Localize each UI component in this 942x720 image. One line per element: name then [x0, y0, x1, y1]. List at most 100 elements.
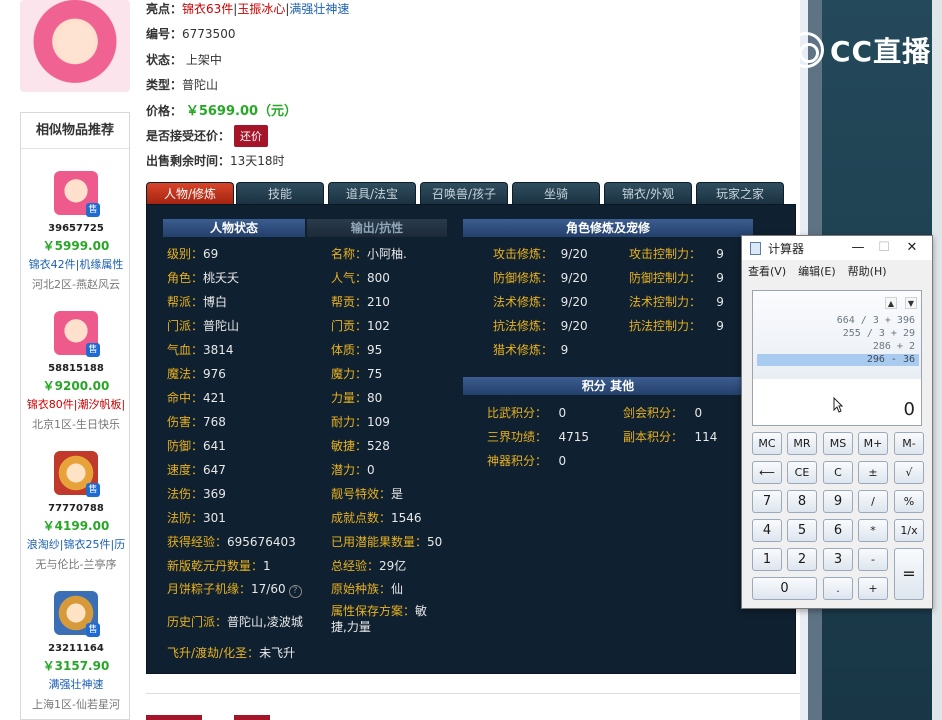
stat-row: 命中：421 — [167, 391, 226, 405]
calculator-result: 0 — [903, 399, 915, 420]
calculator-history[interactable]: ▲ ▼ 664 / 3 + 396 255 / 3 + 29 286 + 2 2… — [753, 291, 921, 379]
tab-skills[interactable]: 技能 — [236, 182, 324, 204]
stat-row: 成就点数：1546 — [331, 511, 422, 525]
key-reciprocal[interactable]: 1/x — [894, 519, 924, 542]
key-ms[interactable]: MS — [823, 432, 853, 455]
key-c[interactable]: C — [823, 461, 853, 484]
history-entry-selected[interactable]: 296 - 36 — [757, 354, 919, 366]
menu-view[interactable]: 查看(V) — [748, 263, 786, 279]
section-character-status: 人物状态 — [163, 219, 305, 237]
sale-badge-icon: 售 — [86, 483, 100, 497]
tab-home[interactable]: 玩家之家 — [696, 182, 784, 204]
bargain-button[interactable]: 还价 — [234, 125, 269, 147]
similar-item-thumbnail[interactable]: 售 — [54, 591, 100, 637]
similar-item[interactable]: 售 58815188 ￥9200.00 锦衣80件|潮汐帆板| 北京1区-生日快… — [21, 311, 131, 432]
similar-item-price: ￥3157.90 — [42, 659, 110, 673]
key-7[interactable]: 7 — [752, 490, 782, 513]
key-0[interactable]: 0 — [752, 577, 817, 600]
key-2[interactable]: 2 — [787, 548, 817, 571]
tab-appearance[interactable]: 锦衣/外观 — [604, 182, 692, 204]
key-equals[interactable]: = — [894, 548, 924, 600]
similar-item-thumbnail[interactable]: 售 — [54, 171, 100, 217]
cc-logo-icon — [788, 32, 824, 68]
key-plus[interactable]: + — [858, 577, 888, 600]
key-plus-minus[interactable]: ± — [858, 461, 888, 484]
key-minus[interactable]: - — [858, 548, 888, 571]
key-5[interactable]: 5 — [787, 519, 817, 542]
similar-item-thumbnail[interactable]: 售 — [54, 311, 100, 357]
calculator-titlebar[interactable]: 计算器 — ☐ ✕ — [742, 236, 932, 260]
key-percent[interactable]: % — [894, 490, 924, 513]
history-entry[interactable]: 255 / 3 + 29 — [757, 328, 919, 340]
control-row: 法术控制力： 9 — [629, 295, 724, 309]
similar-item-tags[interactable]: 浪淘纱|锦衣25件|历 — [21, 536, 131, 552]
stat-row: 角色：桃夭夭 — [167, 271, 240, 285]
tab-mounts[interactable]: 坐骑 — [512, 182, 600, 204]
highlight-tag[interactable]: 玉振冰心 — [237, 2, 285, 16]
time-left-row: 出售剩余时间：13天18时 — [146, 154, 285, 168]
scroll-down-icon[interactable]: ▼ — [905, 297, 917, 309]
section-output-resist[interactable]: 输出/抗性 — [307, 219, 447, 237]
stat-row: 法伤：369 — [167, 487, 226, 501]
key-8[interactable]: 8 — [787, 490, 817, 513]
control-row: 抗法控制力： 9 — [629, 319, 724, 333]
bottom-action-button[interactable] — [146, 715, 202, 720]
close-icon[interactable]: ✕ — [900, 237, 924, 259]
history-entry[interactable]: 664 / 3 + 396 — [757, 315, 919, 327]
similar-item-tags[interactable]: 满强壮神速 — [21, 676, 131, 692]
key-m-minus[interactable]: M- — [894, 432, 924, 455]
key-1[interactable]: 1 — [752, 548, 782, 571]
similar-item-server: 上海1区-仙若星河 — [32, 698, 120, 711]
key-9[interactable]: 9 — [823, 490, 853, 513]
similar-item[interactable]: 售 77770788 ￥4199.00 浪淘纱|锦衣25件|历 无与伦比-兰亭序 — [21, 451, 131, 572]
stat-row: 魔力：75 — [331, 367, 383, 381]
key-mc[interactable]: MC — [752, 432, 782, 455]
section-cultivation: 角色修炼及宠修 — [463, 219, 753, 237]
calculator-display: ▲ ▼ 664 / 3 + 396 255 / 3 + 29 286 + 2 2… — [752, 290, 922, 426]
calculator-title: 计算器 — [768, 242, 805, 256]
cultivation-row: 抗法修炼： 9/20 — [493, 319, 588, 333]
points-row: 剑会积分： 0 — [623, 406, 703, 420]
stat-row: 体质：95 — [331, 343, 383, 357]
menu-edit[interactable]: 编辑(E) — [798, 263, 836, 279]
key-mr[interactable]: MR — [787, 432, 817, 455]
similar-item-server: 北京1区-生日快乐 — [32, 418, 120, 431]
history-entry[interactable]: 286 + 2 — [757, 341, 919, 353]
key-3[interactable]: 3 — [823, 548, 853, 571]
highlight-tag[interactable]: 锦衣63件 — [182, 2, 233, 16]
stat-row: 帮派：博白 — [167, 295, 228, 309]
similar-item-tags[interactable]: 锦衣42件|机缘属性 — [21, 256, 131, 272]
key-ce[interactable]: CE — [787, 461, 817, 484]
key-sqrt[interactable]: √ — [894, 461, 924, 484]
calculator-window[interactable]: 计算器 — ☐ ✕ 查看(V) 编辑(E) 帮助(H) ▲ ▼ 664 / 3 … — [741, 235, 933, 609]
calculator-app-icon — [750, 242, 761, 255]
stat-row: 人气：800 — [331, 271, 390, 285]
stat-race: 原始种族：仙 — [331, 582, 404, 596]
key-divide[interactable]: / — [858, 490, 888, 513]
similar-item-thumbnail[interactable]: 售 — [54, 451, 100, 497]
similar-item[interactable]: 售 23211164 ￥3157.90 满强壮神速 上海1区-仙若星河 — [21, 591, 131, 712]
bargain-row: 是否接受还价： 还价 — [146, 125, 269, 147]
key-4[interactable]: 4 — [752, 519, 782, 542]
similar-item-tags[interactable]: 锦衣80件|潮汐帆板| — [21, 396, 131, 412]
help-icon[interactable]: ? — [288, 585, 302, 598]
similar-items-panel: 相似物品推荐 售 39657725 ￥5999.00 锦衣42件|机缘属性 河北… — [20, 112, 130, 720]
maximize-icon[interactable]: ☐ — [872, 237, 896, 259]
scroll-up-icon[interactable]: ▲ — [885, 297, 897, 309]
minimize-icon[interactable]: — — [846, 237, 870, 259]
similar-items-title: 相似物品推荐 — [21, 113, 129, 149]
tab-items[interactable]: 道具/法宝 — [328, 182, 416, 204]
control-row: 防御控制力： 9 — [629, 271, 724, 285]
key-backspace[interactable]: ⟵ — [752, 461, 782, 484]
key-multiply[interactable]: * — [858, 519, 888, 542]
key-decimal[interactable]: . — [823, 577, 853, 600]
key-6[interactable]: 6 — [823, 519, 853, 542]
menu-help[interactable]: 帮助(H) — [848, 263, 887, 279]
tab-character[interactable]: 人物/修炼 — [146, 182, 234, 204]
tab-pets[interactable]: 召唤兽/孩子 — [420, 182, 508, 204]
highlight-tag[interactable]: 满强壮神速 — [289, 2, 349, 16]
stat-row: 耐力：109 — [331, 415, 390, 429]
similar-item[interactable]: 售 39657725 ￥5999.00 锦衣42件|机缘属性 河北2区-燕赵风云 — [21, 171, 131, 292]
key-m-plus[interactable]: M+ — [858, 432, 888, 455]
bottom-action-button[interactable] — [234, 715, 270, 720]
